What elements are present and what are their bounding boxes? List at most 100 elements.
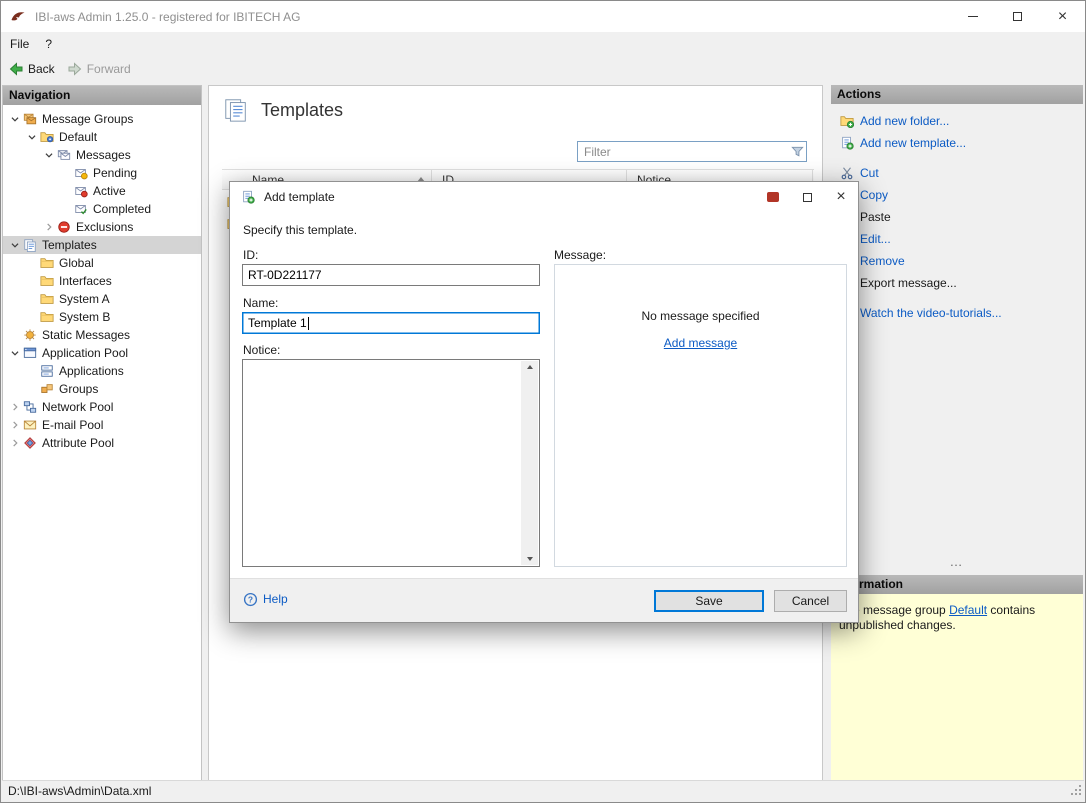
menu-file[interactable]: File [2, 34, 37, 54]
add-template-icon [839, 135, 855, 151]
text-caret [308, 317, 309, 330]
status-bar: D:\IBI-aws\Admin\Data.xml [2, 780, 1084, 801]
action-label: Export message... [860, 276, 957, 290]
close-icon: × [1058, 9, 1067, 25]
dialog-footer: ? Help Save Cancel [230, 578, 858, 622]
add-message-link[interactable]: Add message [664, 336, 737, 350]
maximize-button[interactable] [995, 1, 1040, 32]
chevron-expanded-icon[interactable] [7, 345, 22, 361]
applications-icon [39, 363, 55, 379]
action-cut[interactable]: Cut [831, 162, 1083, 184]
action-watch-the-video-tutorials[interactable]: Watch the video-tutorials... [831, 302, 1083, 324]
completed-icon [73, 201, 89, 217]
chevron-expanded-icon[interactable] [41, 147, 56, 163]
tree-item-system-b[interactable]: System B [3, 308, 201, 326]
minimize-icon [968, 16, 978, 17]
tree-item-static-messages[interactable]: Static Messages [3, 326, 201, 344]
dialog-subtitle: Specify this template. [243, 223, 357, 237]
messages-icon [56, 147, 72, 163]
cancel-button[interactable]: Cancel [774, 590, 847, 612]
default-group-link[interactable]: Default [949, 603, 987, 617]
chevron-collapsed-icon[interactable] [7, 417, 22, 433]
notice-scrollbar[interactable] [521, 361, 538, 565]
action-remove[interactable]: Remove [831, 250, 1083, 272]
chevron-collapsed-icon[interactable] [7, 435, 22, 451]
action-label: Add new template... [860, 136, 966, 150]
tree-item-label: Message Groups [42, 112, 138, 126]
action-add-new-folder[interactable]: Add new folder... [831, 110, 1083, 132]
tree-item-exclusions[interactable]: Exclusions [3, 218, 201, 236]
titlebar: IBI-aws Admin 1.25.0 - registered for IB… [1, 1, 1085, 32]
tree-item-templates[interactable]: Templates [3, 236, 201, 254]
tree-item-label: Application Pool [42, 346, 133, 360]
group-folder-icon [39, 129, 55, 145]
menu-help[interactable]: ? [37, 34, 60, 54]
chevron-expanded-icon[interactable] [24, 129, 39, 145]
tree-item-completed[interactable]: Completed [3, 200, 201, 218]
twisty-spacer [24, 381, 39, 397]
scroll-down-icon[interactable] [527, 557, 533, 561]
action-edit[interactable]: Edit... [831, 228, 1083, 250]
action-copy[interactable]: Copy [831, 184, 1083, 206]
scroll-up-icon[interactable] [527, 365, 533, 369]
chevron-expanded-icon[interactable] [7, 237, 22, 253]
application-pool-icon [22, 345, 38, 361]
back-arrow-icon [8, 61, 24, 77]
tree-item-applications[interactable]: Applications [3, 362, 201, 380]
back-button[interactable]: Back [2, 59, 61, 79]
chevron-collapsed-icon[interactable] [7, 399, 22, 415]
tree-item-label: Applications [59, 364, 129, 378]
message-panel: No message specified Add message [554, 264, 847, 567]
dialog-minimize-button[interactable] [756, 182, 790, 212]
cut-icon [839, 165, 855, 181]
window-title: IBI-aws Admin 1.25.0 - registered for IB… [35, 10, 300, 24]
add-folder-icon [839, 113, 855, 129]
no-message-text: No message specified [555, 309, 846, 323]
exclusions-icon [56, 219, 72, 235]
templates-page-icon [223, 97, 249, 123]
tree-item-default[interactable]: Default [3, 128, 201, 146]
action-label: Watch the video-tutorials... [860, 306, 1002, 320]
close-button[interactable]: × [1040, 1, 1085, 32]
save-button[interactable]: Save [654, 590, 764, 612]
tree-item-system-a[interactable]: System A [3, 290, 201, 308]
tree-item-e-mail-pool[interactable]: E-mail Pool [3, 416, 201, 434]
twisty-spacer [24, 291, 39, 307]
id-label: ID: [243, 248, 258, 262]
filter-input[interactable] [578, 145, 788, 159]
close-icon: × [836, 189, 845, 205]
tree-item-label: Static Messages [42, 328, 135, 342]
tree-item-interfaces[interactable]: Interfaces [3, 272, 201, 290]
tree-item-pending[interactable]: Pending [3, 164, 201, 182]
resize-grip[interactable] [1069, 783, 1083, 800]
dialog-maximize-button[interactable] [790, 182, 824, 212]
tree-item-active[interactable]: Active [3, 182, 201, 200]
panel-splitter[interactable]: … [831, 557, 1083, 567]
right-panel: Actions Add new folder...Add new templat… [831, 85, 1083, 781]
filter-funnel-icon[interactable] [788, 144, 806, 159]
name-input[interactable]: Template 1 [242, 312, 540, 334]
tree-item-label: Default [59, 130, 102, 144]
tree-item-messages[interactable]: Messages [3, 146, 201, 164]
app-window: IBI-aws Admin 1.25.0 - registered for IB… [0, 0, 1086, 803]
action-label: Cut [860, 166, 879, 180]
twisty-spacer [58, 201, 73, 217]
tree-item-groups[interactable]: Groups [3, 380, 201, 398]
tree-item-attribute-pool[interactable]: Attribute Pool [3, 434, 201, 452]
tree-item-label: Active [93, 184, 131, 198]
tree-item-network-pool[interactable]: Network Pool [3, 398, 201, 416]
chevron-collapsed-icon[interactable] [41, 219, 56, 235]
notice-textarea[interactable] [242, 359, 540, 567]
minimize-button[interactable] [950, 1, 995, 32]
id-input[interactable] [242, 264, 540, 286]
tree-item-global[interactable]: Global [3, 254, 201, 272]
tree-item-message-groups[interactable]: Message Groups [3, 110, 201, 128]
help-link[interactable]: ? Help [242, 591, 288, 607]
dialog-close-button[interactable]: × [824, 182, 858, 212]
action-label: Remove [860, 254, 905, 268]
action-add-new-template[interactable]: Add new template... [831, 132, 1083, 154]
tree-item-application-pool[interactable]: Application Pool [3, 344, 201, 362]
navigation-panel: Navigation Message GroupsDefaultMessages… [2, 85, 202, 781]
twisty-spacer [24, 273, 39, 289]
chevron-expanded-icon[interactable] [7, 111, 22, 127]
